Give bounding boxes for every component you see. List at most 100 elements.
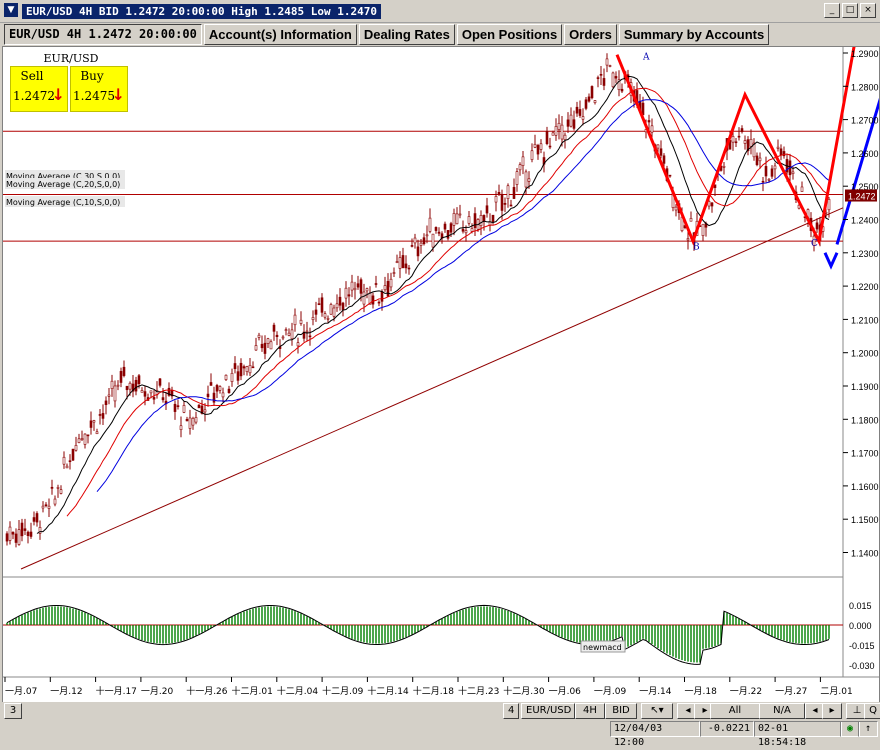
candle-body xyxy=(584,99,588,109)
cursor-tool-icon[interactable]: ↖▾ xyxy=(641,703,673,719)
candle-body xyxy=(236,371,240,381)
candle-body xyxy=(266,338,270,344)
tab-account-info[interactable]: Account(s) Information xyxy=(203,24,357,45)
candle-body xyxy=(455,213,459,225)
candle-body xyxy=(350,281,354,291)
candle-body xyxy=(749,138,753,147)
candle-body xyxy=(182,405,186,413)
candle-body xyxy=(5,533,9,542)
candle-body xyxy=(524,171,528,188)
candle-body xyxy=(404,263,408,269)
candle-body xyxy=(461,228,465,232)
macd-tick-label: 0.015 xyxy=(849,601,872,611)
candle-body xyxy=(248,365,252,374)
price-tick-label: 1.2700 xyxy=(851,116,879,126)
query-icon[interactable]: Q xyxy=(864,703,880,719)
candle-body xyxy=(770,168,774,177)
date-tick-label: 一月.14 xyxy=(639,686,672,697)
na-button[interactable]: N/A xyxy=(759,703,805,719)
candle-body xyxy=(377,301,381,304)
candle-body xyxy=(767,178,771,181)
price-tick-label: 1.2600 xyxy=(851,149,879,159)
candle-body xyxy=(401,255,405,269)
current-price-label: 1.2472 xyxy=(848,192,876,202)
candle-body xyxy=(800,186,804,192)
candle-body xyxy=(74,445,78,451)
tab-summary[interactable]: Summary by Accounts xyxy=(618,24,770,45)
candle-body xyxy=(512,187,516,199)
chart-area[interactable]: 1.2900 1.2800 1.2700 1.2600 1.2500 1.2400 1.23… xyxy=(2,46,880,704)
period-button[interactable]: 4H xyxy=(575,703,605,719)
sell-box[interactable]: Sell 1.2472 ↓ xyxy=(10,66,68,112)
price-tick-label: 1.1500 xyxy=(851,515,879,525)
candle-body xyxy=(398,257,402,269)
candle-body xyxy=(41,505,45,509)
price-type-button[interactable]: BID xyxy=(605,703,637,719)
candle-body xyxy=(215,385,219,392)
candle-body xyxy=(185,418,189,422)
candle-body xyxy=(263,342,267,354)
tab-dealing-rates[interactable]: Dealing Rates xyxy=(358,24,455,45)
pattern-label-b: B xyxy=(693,242,700,252)
tab-orders[interactable]: Orders xyxy=(564,24,617,45)
candle-body xyxy=(149,390,153,394)
candle-body xyxy=(14,533,18,543)
candle-body xyxy=(518,164,522,171)
scroll-right-icon[interactable]: ▸ xyxy=(822,703,842,719)
all-button[interactable]: All xyxy=(710,703,760,719)
candle-body xyxy=(233,363,237,370)
candle-body xyxy=(173,403,177,412)
candle-body xyxy=(449,223,453,233)
status-bar: 3 4 EUR/USD 4H BID ↖▾ ◂ ▸ All N/A ◂ ▸ ⊥ … xyxy=(0,702,880,748)
indicator-label: Moving Average (C,10,S,0,0) xyxy=(6,198,120,207)
candle-body xyxy=(116,384,120,387)
connection-icon: ◉ xyxy=(840,721,860,737)
page-number[interactable]: 3 xyxy=(4,703,22,719)
candle-body xyxy=(575,106,579,114)
close-button[interactable]: × xyxy=(860,3,876,18)
candle-body xyxy=(77,438,81,443)
candle-body xyxy=(308,335,312,338)
candle-body xyxy=(311,317,315,321)
signal-icon: ↑ xyxy=(858,721,878,737)
tab-open-positions[interactable]: Open Positions xyxy=(456,24,563,45)
candle-body xyxy=(701,223,705,236)
candle-body xyxy=(434,227,438,231)
candle-body xyxy=(431,233,435,248)
candle-body xyxy=(101,413,105,419)
candle-body xyxy=(599,74,603,76)
candle-body xyxy=(113,385,117,402)
macd-tick-label: -0.015 xyxy=(849,641,875,651)
symbol-button[interactable]: EUR/USD xyxy=(521,703,575,719)
btn-4[interactable]: 4 xyxy=(503,703,520,719)
candle-body xyxy=(68,460,72,463)
candle-body xyxy=(605,58,609,66)
candle-body xyxy=(98,414,102,416)
candle-body xyxy=(320,297,324,313)
price-chart[interactable]: 1.29001.28001.27001.26001.25001.24001.23… xyxy=(3,47,879,703)
candle-body xyxy=(764,166,768,177)
date-tick-label: 十一月.26 xyxy=(186,685,228,697)
candle-body xyxy=(317,303,321,305)
candle-body xyxy=(686,238,690,241)
candle-body xyxy=(722,166,726,168)
candle-body xyxy=(203,409,207,413)
minimize-button[interactable]: _ xyxy=(824,3,840,18)
quote-panel: EUR/USD Sell 1.2472 ↓ Buy 1.2475 ↓ xyxy=(10,52,132,112)
date-tick-label: 十二月.18 xyxy=(413,685,455,697)
maximize-button[interactable]: □ xyxy=(842,3,858,18)
candle-body xyxy=(458,213,462,216)
tab-chart[interactable]: EUR/USD 4H 1.2472 20:00:00 xyxy=(4,24,202,45)
candle-body xyxy=(539,143,543,150)
candle-body xyxy=(212,392,216,403)
candle-body xyxy=(80,438,84,440)
candle-body xyxy=(620,88,624,92)
candle-body xyxy=(515,171,519,185)
down-arrow-icon: ↓ xyxy=(111,85,125,104)
candle-body xyxy=(143,391,147,397)
buy-box[interactable]: Buy 1.2475 ↓ xyxy=(70,66,128,112)
candle-body xyxy=(299,319,303,324)
candle-body xyxy=(353,287,357,291)
candle-body xyxy=(485,205,489,214)
candle-body xyxy=(662,155,666,164)
